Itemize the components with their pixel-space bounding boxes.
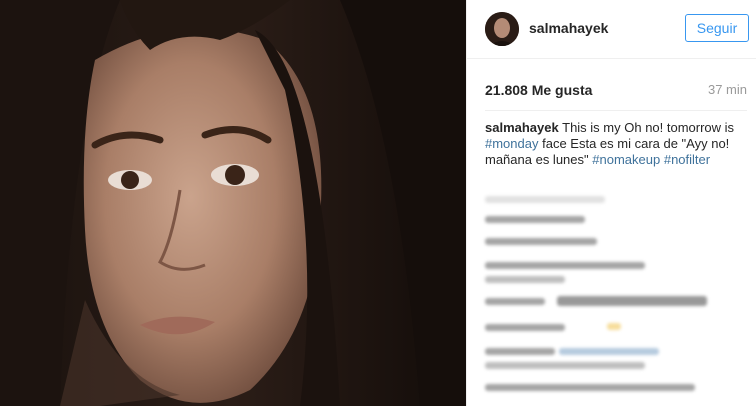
caption-username[interactable]: salmahayek <box>485 120 559 135</box>
blurred-comment-line <box>485 348 555 355</box>
blurred-comment-line <box>559 348 659 355</box>
likes-row: 21.808 Me gusta 37 min <box>485 82 747 102</box>
portrait-photo-image <box>0 0 466 406</box>
blurred-comment-line <box>485 324 565 331</box>
blurred-comment-line <box>557 296 707 306</box>
post-time[interactable]: 37 min <box>708 82 747 97</box>
blurred-comment-line <box>485 298 545 305</box>
blurred-comment-line <box>485 238 597 245</box>
hashtag-nomakeup[interactable]: #nomakeup <box>592 152 660 167</box>
blurred-comment-line <box>485 262 645 269</box>
caption-text-1: This is my Oh no! tomorrow is <box>562 120 735 135</box>
hashtag-nofilter[interactable]: #nofilter <box>664 152 710 167</box>
hashtag-monday[interactable]: #monday <box>485 136 538 151</box>
blurred-comment-line <box>485 384 695 391</box>
post-photo[interactable] <box>0 0 466 406</box>
blurred-comments <box>485 190 747 406</box>
post-header: salmahayek Seguir <box>467 0 756 59</box>
post-details-panel: salmahayek Seguir 21.808 Me gusta 37 min… <box>466 0 756 406</box>
avatar-icon <box>485 12 519 46</box>
blurred-comment-line <box>485 216 585 223</box>
profile-avatar[interactable] <box>485 12 519 46</box>
blurred-comment-line <box>607 323 621 330</box>
instagram-post: salmahayek Seguir 21.808 Me gusta 37 min… <box>0 0 756 406</box>
likes-count[interactable]: 21.808 Me gusta <box>485 82 592 98</box>
follow-button[interactable]: Seguir <box>685 14 749 42</box>
blurred-comment-line <box>485 362 645 369</box>
post-username[interactable]: salmahayek <box>529 20 608 36</box>
blurred-comment-line <box>485 196 605 203</box>
divider <box>485 110 747 111</box>
post-caption: salmahayek This is my Oh no! tomorrow is… <box>485 120 745 168</box>
blurred-comment-line <box>485 276 565 283</box>
